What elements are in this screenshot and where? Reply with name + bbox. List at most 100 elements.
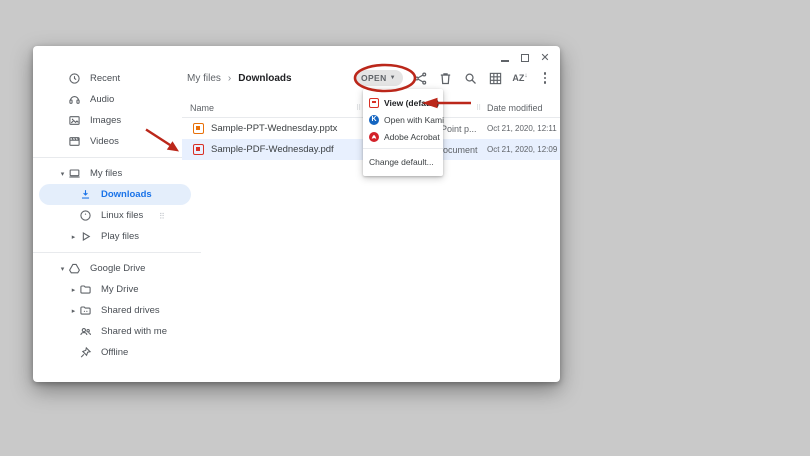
sidebar-item-play-files[interactable]: ▸ Play files — [39, 226, 191, 247]
toolbar: My files › Downloads OPEN ▼ — [182, 64, 560, 92]
sidebar-item-label: Videos — [90, 136, 119, 147]
computer-icon — [68, 167, 81, 180]
desktop-background: ✕ Recent Audio Images Videos ▾ — [0, 0, 810, 456]
clock-icon — [68, 72, 81, 85]
breadcrumb-current: Downloads — [238, 73, 291, 84]
menu-item-adobe-acrobat[interactable]: Adobe Acrobat — [363, 128, 443, 145]
menu-item-view-default[interactable]: View (default) — [363, 94, 443, 111]
sort-button[interactable]: AZ↓ — [512, 70, 528, 86]
menu-item-label: View (default) — [384, 98, 439, 108]
sidebar-item-shared-with-me[interactable]: Shared with me — [39, 321, 191, 342]
sidebar-item-recent[interactable]: Recent — [39, 68, 191, 89]
toolbar-actions: OPEN ▼ AZ↓ — [354, 70, 553, 86]
share-button[interactable] — [412, 70, 428, 86]
menu-item-label: Open with Kami — [384, 115, 444, 125]
kebab-menu-icon — [544, 72, 547, 84]
breadcrumb: My files › Downloads — [187, 73, 292, 84]
shared-folder-icon — [79, 304, 92, 317]
sidebar-item-label: Offline — [101, 347, 128, 358]
pdf-viewer-icon — [369, 98, 379, 108]
sidebar-item-label: Audio — [90, 94, 114, 105]
sidebar-item-downloads[interactable]: Downloads — [39, 184, 191, 205]
menu-item-change-default[interactable]: Change default... — [363, 153, 443, 170]
more-options-button[interactable] — [537, 70, 553, 86]
sidebar-item-my-drive[interactable]: ▸ My Drive — [39, 279, 191, 300]
sidebar-item-images[interactable]: Images — [39, 110, 191, 131]
open-button-label: OPEN — [361, 73, 387, 83]
caret-down-icon: ▼ — [390, 75, 396, 81]
play-icon — [79, 230, 92, 243]
close-icon: ✕ — [540, 53, 549, 64]
sidebar-item-label: My Drive — [101, 284, 138, 295]
grid-view-icon — [488, 71, 503, 86]
breadcrumb-parent[interactable]: My files — [187, 73, 221, 84]
sidebar-item-label: Recent — [90, 73, 120, 84]
column-header-name[interactable]: Name — [182, 103, 214, 113]
chevron-right-icon[interactable]: ▸ — [68, 233, 79, 241]
sidebar-item-shared-drives[interactable]: ▸ Shared drives — [39, 300, 191, 321]
file-date-modified: Oct 21, 2020, 12:11 — [487, 124, 557, 133]
folder-icon — [79, 283, 92, 296]
sidebar-splitter-handle[interactable]: ⠿ — [159, 212, 164, 221]
menu-item-label: Adobe Acrobat — [384, 132, 440, 142]
column-resize-handle[interactable]: ⠿ — [356, 104, 360, 112]
sidebar-item-label: Linux files — [101, 210, 143, 221]
maximize-button[interactable] — [518, 51, 532, 65]
trash-icon — [438, 71, 453, 86]
share-icon — [413, 71, 428, 86]
menu-item-label: Change default... — [369, 157, 434, 167]
sidebar-item-label: Shared with me — [101, 326, 167, 337]
file-name: Sample-PPT-Wednesday.pptx — [211, 123, 337, 134]
sidebar-item-label: Google Drive — [90, 263, 145, 274]
open-button[interactable]: OPEN ▼ — [354, 70, 403, 86]
sidebar-item-videos[interactable]: Videos — [39, 131, 191, 152]
sidebar-item-audio[interactable]: Audio — [39, 89, 191, 110]
chevron-right-icon[interactable]: ▸ — [68, 307, 79, 315]
sidebar-item-google-drive[interactable]: ▾ Google Drive — [39, 258, 191, 279]
sidebar-item-offline[interactable]: Offline — [39, 342, 191, 363]
video-icon — [68, 135, 81, 148]
sidebar-item-label: Shared drives — [101, 305, 160, 316]
chevron-right-icon[interactable]: ▸ — [68, 286, 79, 294]
kami-icon: K — [369, 115, 379, 125]
chevron-down-icon[interactable]: ▾ — [57, 170, 68, 178]
menu-divider — [363, 148, 443, 149]
close-button[interactable]: ✕ — [538, 51, 552, 65]
maximize-icon — [521, 54, 529, 62]
sidebar-item-label: Play files — [101, 231, 139, 242]
sidebar-item-my-files[interactable]: ▾ My files — [39, 163, 191, 184]
column-header-date-modified[interactable]: Date modified — [487, 103, 543, 113]
sidebar-item-label: Downloads — [101, 189, 152, 200]
sidebar: Recent Audio Images Videos ▾ My files — [33, 68, 201, 382]
search-button[interactable] — [462, 70, 478, 86]
sidebar-item-label: My files — [90, 168, 122, 179]
grid-view-button[interactable] — [487, 70, 503, 86]
download-icon — [79, 188, 92, 201]
file-type: document — [438, 145, 478, 155]
powerpoint-file-icon — [193, 123, 204, 134]
sidebar-item-label: Images — [90, 115, 121, 126]
column-resize-handle[interactable]: ⠿ — [476, 104, 480, 112]
image-icon — [68, 114, 81, 127]
linux-icon — [79, 209, 92, 222]
people-icon — [79, 325, 92, 338]
pdf-file-icon — [193, 144, 204, 155]
sidebar-divider — [33, 252, 201, 253]
acrobat-icon — [369, 132, 379, 142]
breadcrumb-separator-icon: › — [228, 73, 231, 84]
minimize-button[interactable] — [498, 51, 512, 65]
window-controls: ✕ — [498, 51, 552, 65]
menu-item-open-with-kami[interactable]: K Open with Kami — [363, 111, 443, 128]
search-icon — [463, 71, 478, 86]
sort-az-icon: AZ↓ — [512, 73, 527, 83]
minimize-icon — [501, 60, 509, 62]
pin-icon — [79, 346, 92, 359]
google-drive-icon — [68, 262, 81, 275]
chevron-down-icon[interactable]: ▾ — [57, 265, 68, 273]
file-name: Sample-PDF-Wednesday.pdf — [211, 144, 334, 155]
open-with-menu: View (default) K Open with Kami Adobe Ac… — [363, 89, 443, 176]
delete-button[interactable] — [437, 70, 453, 86]
file-date-modified: Oct 21, 2020, 12:09 — [487, 145, 557, 154]
sidebar-divider — [33, 157, 201, 158]
sidebar-item-linux-files[interactable]: Linux files — [39, 205, 191, 226]
